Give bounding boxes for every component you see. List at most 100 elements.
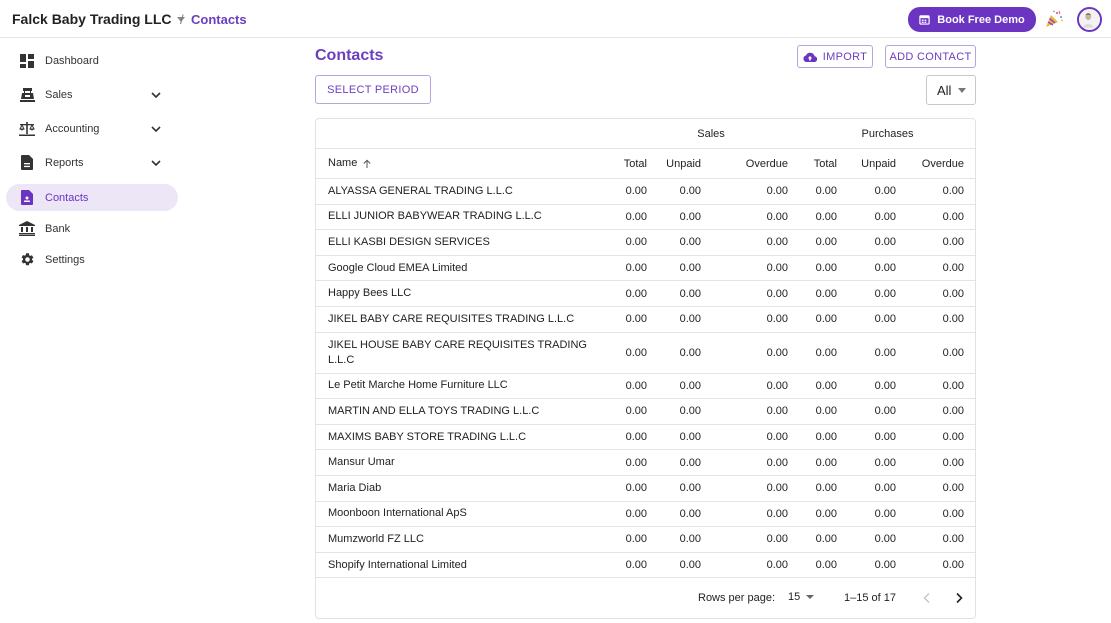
table-row[interactable]: JIKEL BABY CARE REQUISITES TRADING L.L.C…: [316, 307, 975, 333]
chevron-down-icon[interactable]: [150, 89, 162, 101]
select-period-button[interactable]: SELECT PERIOD: [315, 75, 431, 104]
table-row[interactable]: Google Cloud EMEA Limited 0.00 0.00 0.00 0.0…: [316, 256, 975, 282]
contact-name[interactable]: Google Cloud EMEA Limited: [328, 256, 608, 281]
cell-purchases-overdue: 0.00: [942, 405, 964, 418]
sort-ascending-icon[interactable]: [362, 159, 372, 169]
cell-sales-total: 0.00: [625, 287, 647, 300]
cell-sales-total: 0.00: [625, 262, 647, 275]
chevron-down-icon[interactable]: [150, 157, 162, 169]
sidebar-item-sales[interactable]: Sales: [6, 81, 178, 108]
column-header-purchases-unpaid[interactable]: Unpaid: [836, 149, 896, 178]
table-row[interactable]: JIKEL HOUSE BABY CARE REQUISITES TRADING…: [316, 333, 975, 374]
next-page-icon[interactable]: [952, 591, 966, 605]
cell-purchases-total: 0.00: [815, 236, 837, 249]
contact-name[interactable]: Maria Diab: [328, 476, 608, 501]
cell-sales-unpaid: 0.00: [679, 482, 701, 495]
column-header-name[interactable]: Name: [328, 149, 608, 178]
table-pagination: Rows per page: 15 1–15 of 17: [316, 579, 975, 619]
cell-purchases-total: 0.00: [815, 533, 837, 546]
cell-purchases-overdue: 0.00: [942, 559, 964, 572]
table-row[interactable]: Le Petit Marche Home Furniture LLC 0.00 0.…: [316, 374, 975, 400]
sidebar-item-contacts[interactable]: Contacts: [6, 184, 178, 211]
sidebar-item-bank[interactable]: Bank: [6, 215, 178, 242]
table-row[interactable]: Mansur Umar 0.00 0.00 0.00 0.00 0.00 0.00: [316, 450, 975, 476]
chevron-down-icon[interactable]: [150, 123, 162, 135]
book-demo-button[interactable]: Book Free Demo: [908, 7, 1036, 32]
cell-sales-total: 0.00: [625, 507, 647, 520]
cell-sales-unpaid: 0.00: [679, 262, 701, 275]
contact-name[interactable]: JIKEL HOUSE BABY CARE REQUISITES TRADING…: [328, 333, 608, 373]
cell-sales-unpaid: 0.00: [679, 431, 701, 444]
cell-purchases-unpaid: 0.00: [874, 379, 896, 392]
column-header-label: Name: [328, 157, 358, 169]
sales-group-header: Sales: [697, 127, 725, 140]
cell-purchases-unpaid: 0.00: [874, 262, 896, 275]
rows-per-page-select[interactable]: 15: [788, 591, 815, 603]
table-row[interactable]: Shopify International Limited 0.00 0.00 0.0…: [316, 553, 975, 579]
cell-sales-unpaid: 0.00: [679, 236, 701, 249]
cell-purchases-total: 0.00: [815, 185, 837, 198]
column-header-sales-unpaid[interactable]: Unpaid: [641, 149, 701, 178]
cell-purchases-total: 0.00: [815, 405, 837, 418]
cell-purchases-overdue: 0.00: [942, 533, 964, 546]
table-row[interactable]: Happy Bees LLC 0.00 0.00 0.00 0.00 0.00 0.00: [316, 281, 975, 307]
column-header-purchases-overdue[interactable]: Overdue: [904, 149, 964, 178]
sidebar-item-accounting[interactable]: Accounting: [6, 115, 178, 142]
document-icon: [19, 155, 35, 171]
cell-purchases-unpaid: 0.00: [874, 507, 896, 520]
contact-icon: [19, 190, 35, 206]
contact-name[interactable]: Happy Bees LLC: [328, 281, 608, 306]
user-avatar[interactable]: [1077, 7, 1102, 32]
cell-sales-unpaid: 0.00: [679, 559, 701, 572]
table-row[interactable]: MAXIMS BABY STORE TRADING L.L.C 0.00 0.00 0…: [316, 425, 975, 451]
sidebar-item-settings[interactable]: Settings: [6, 246, 178, 273]
sidebar-item-label: Contacts: [45, 191, 89, 204]
table-row[interactable]: MARTIN AND ELLA TOYS TRADING L.L.C 0.00 0.…: [316, 399, 975, 425]
cell-purchases-unpaid: 0.00: [874, 236, 896, 249]
cash-register-icon: [19, 87, 35, 103]
contact-name[interactable]: Moonboon International ApS: [328, 502, 608, 527]
contact-name[interactable]: MAXIMS BABY STORE TRADING L.L.C: [328, 425, 608, 450]
cell-purchases-overdue: 0.00: [942, 482, 964, 495]
table-row[interactable]: ALYASSA GENERAL TRADING L.L.C 0.00 0.00 0.0…: [316, 179, 975, 205]
cell-purchases-overdue: 0.00: [942, 287, 964, 300]
previous-page-icon[interactable]: [920, 591, 934, 605]
dashboard-icon: [19, 53, 35, 69]
contact-type-filter[interactable]: All: [926, 75, 976, 105]
contact-name[interactable]: ELLI JUNIOR BABYWEAR TRADING L.L.C: [328, 205, 608, 230]
cell-purchases-unpaid: 0.00: [874, 482, 896, 495]
party-popper-icon[interactable]: [1044, 9, 1064, 29]
table-row[interactable]: Mumzworld FZ LLC 0.00 0.00 0.00 0.00 0.00 0.00: [316, 527, 975, 553]
contact-name[interactable]: Le Petit Marche Home Furniture LLC: [328, 374, 608, 399]
organization-switcher[interactable]: Falck Baby Trading LLC: [12, 11, 186, 27]
contact-name[interactable]: ELLI KASBI DESIGN SERVICES: [328, 230, 608, 255]
gear-icon: [19, 252, 35, 268]
contact-name[interactable]: Shopify International Limited: [328, 553, 608, 578]
contact-name[interactable]: MARTIN AND ELLA TOYS TRADING L.L.C: [328, 399, 608, 424]
cell-sales-total: 0.00: [625, 456, 647, 469]
cell-sales-unpaid: 0.00: [679, 210, 701, 223]
table-row[interactable]: ELLI JUNIOR BABYWEAR TRADING L.L.C 0.00 0.…: [316, 205, 975, 231]
contact-name[interactable]: Mumzworld FZ LLC: [328, 527, 608, 552]
sidebar-item-dashboard[interactable]: Dashboard: [6, 47, 178, 74]
sidebar-item-reports[interactable]: Reports: [6, 149, 178, 176]
caret-down-icon: [958, 87, 967, 93]
column-header-purchases-total[interactable]: Total: [777, 149, 837, 178]
table-row[interactable]: Maria Diab 0.00 0.00 0.00 0.00 0.00 0.00: [316, 476, 975, 502]
cell-purchases-overdue: 0.00: [942, 456, 964, 469]
contact-name[interactable]: ALYASSA GENERAL TRADING L.L.C: [328, 179, 608, 204]
table-row[interactable]: Moonboon International ApS 0.00 0.00 0.00 0.…: [316, 502, 975, 528]
contact-name[interactable]: JIKEL BABY CARE REQUISITES TRADING L.L.C: [328, 307, 608, 332]
cell-purchases-total: 0.00: [815, 431, 837, 444]
cell-purchases-overdue: 0.00: [942, 431, 964, 444]
cell-purchases-unpaid: 0.00: [874, 287, 896, 300]
cell-purchases-total: 0.00: [815, 210, 837, 223]
contact-name[interactable]: Mansur Umar: [328, 450, 608, 475]
sidebar-item-label: Dashboard: [45, 54, 99, 67]
cell-sales-total: 0.00: [625, 236, 647, 249]
caret-down-icon: [806, 595, 815, 599]
add-contact-button[interactable]: ADD CONTACT: [885, 45, 976, 68]
table-row[interactable]: ELLI KASBI DESIGN SERVICES 0.00 0.00 0.00 0.…: [316, 230, 975, 256]
column-header-sales-total[interactable]: Total: [587, 149, 647, 178]
import-button[interactable]: IMPORT: [797, 45, 873, 68]
